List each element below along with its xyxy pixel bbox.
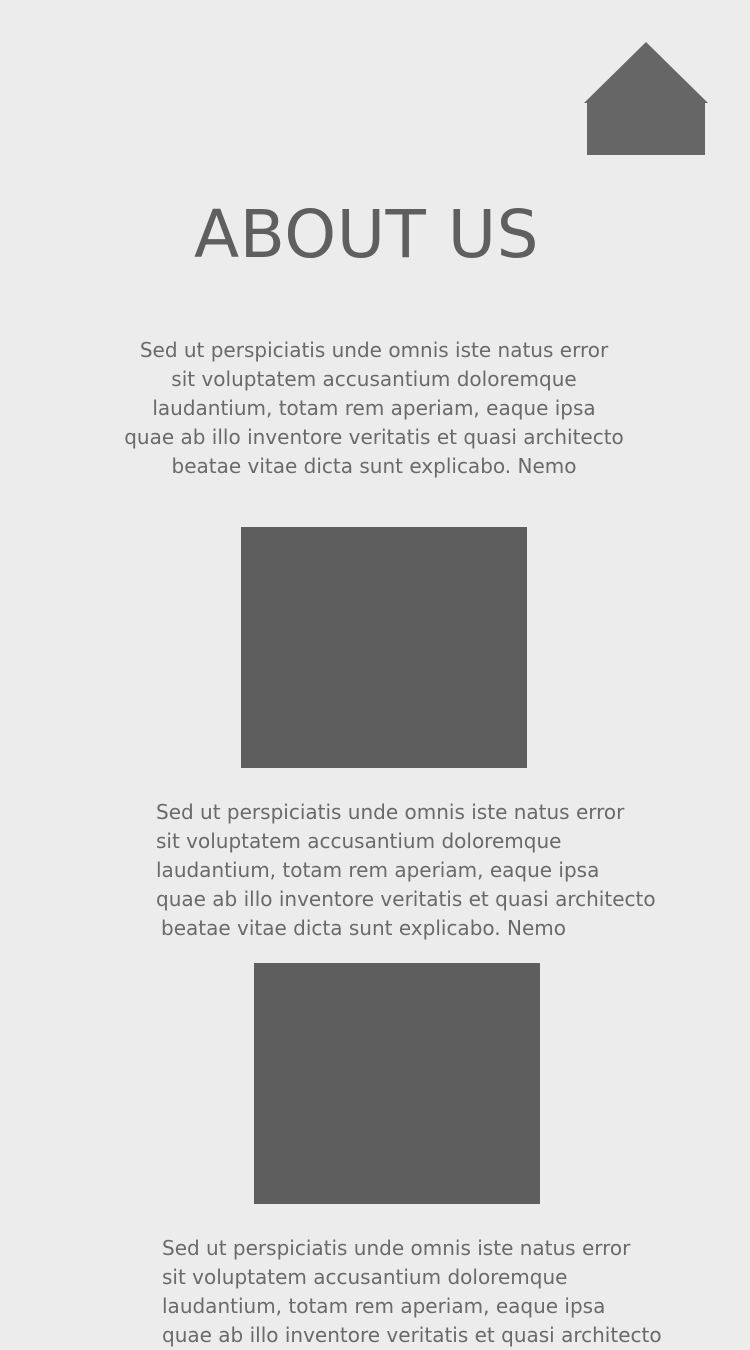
paragraph-line: Sed ut perspiciatis unde omnis iste natu… (156, 800, 625, 824)
paragraph-line: Sed ut perspiciatis unde omnis iste natu… (139, 338, 609, 362)
paragraph-line: sit voluptatem accusantium doloremque (156, 829, 562, 853)
paragraph-line: beatae vitae dicta sunt explicabo. Nemo (171, 454, 577, 478)
paragraph-line: laudantium, totam rem aperiam, eaque ips… (162, 1294, 606, 1318)
paragraph-line: quae ab illo inventore veritatis et quas… (162, 1323, 662, 1347)
home-button[interactable] (584, 42, 708, 155)
home-icon (584, 42, 708, 155)
paragraph-line: quae ab illo inventore veritatis et quas… (124, 425, 624, 449)
page-title: ABOUT US (193, 196, 540, 273)
about-paragraph-1: Sed ut perspiciatis unde omnis iste natu… (0, 336, 748, 481)
paragraph-line: quae ab illo inventore veritatis et quas… (156, 887, 656, 911)
paragraph-line: Sed ut perspiciatis unde omnis iste natu… (162, 1236, 631, 1260)
image-placeholder-1 (241, 527, 527, 768)
paragraph-line: sit voluptatem accusantium doloremque (171, 367, 577, 391)
image-placeholder-2 (254, 963, 540, 1204)
about-paragraph-2: Sed ut perspiciatis unde omnis iste natu… (156, 798, 656, 943)
about-paragraph-3: Sed ut perspiciatis unde omnis iste natu… (162, 1234, 662, 1350)
paragraph-line: laudantium, totam rem aperiam, eaque ips… (152, 396, 596, 420)
paragraph-line: laudantium, totam rem aperiam, eaque ips… (156, 858, 600, 882)
paragraph-line: sit voluptatem accusantium doloremque (162, 1265, 568, 1289)
paragraph-line: beatae vitae dicta sunt explicabo. Nemo (161, 916, 566, 940)
